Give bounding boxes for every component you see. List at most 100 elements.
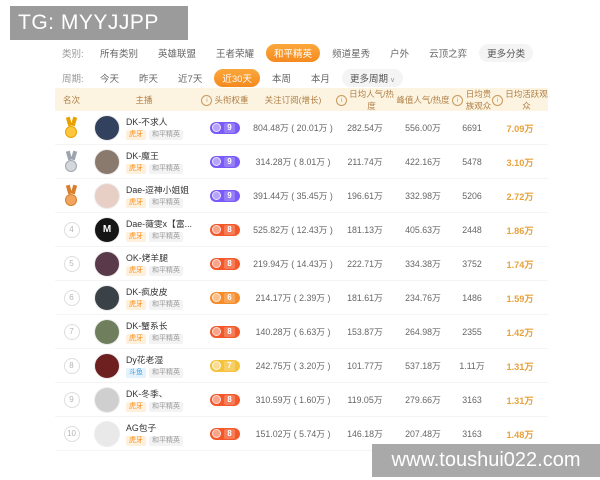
- period-option[interactable]: 今天: [92, 69, 127, 87]
- category-option[interactable]: 云顶之弈: [421, 44, 475, 62]
- avatar[interactable]: [94, 387, 120, 413]
- table-row[interactable]: 6DK-疯皮皮虎牙和平精英6214.17万 ( 2.39万 )181.61万23…: [55, 281, 548, 315]
- follow-subscribe-value: 242.75万 ( 3.20万 ): [250, 359, 336, 372]
- peak-popularity-value: 279.66万: [394, 393, 452, 406]
- anchor-cell[interactable]: Dae-逗神小姐姐虎牙和平精英: [88, 183, 200, 209]
- noble-viewers-value: 3163: [452, 429, 492, 439]
- follow-subscribe-value: 391.44万 ( 35.45万 ): [250, 189, 336, 202]
- avatar[interactable]: [94, 353, 120, 379]
- peak-popularity-value: 405.63万: [394, 223, 452, 236]
- table-row[interactable]: DK-不求人虎牙和平精英9804.48万 ( 20.01万 )282.54万55…: [55, 111, 548, 145]
- anchor-name[interactable]: Dae-逗神小姐姐: [126, 185, 189, 195]
- noble-viewers-value: 5478: [452, 157, 492, 167]
- table-row[interactable]: 7DK-蟹系长虎牙和平精英8140.28万 ( 6.63万 )153.87万26…: [55, 315, 548, 349]
- level-badge: 9: [210, 190, 239, 202]
- anchor-cell[interactable]: MDae-薇雯x【富...虎牙和平精英: [88, 217, 200, 243]
- category-option[interactable]: 所有类别: [92, 44, 146, 62]
- anchor-cell[interactable]: DK-魔王虎牙和平精英: [88, 149, 200, 175]
- category-option[interactable]: 频道星秀: [324, 44, 378, 62]
- avatar[interactable]: [94, 251, 120, 277]
- badge-level: 8: [224, 429, 234, 439]
- anchor-name[interactable]: Dy花老湿: [126, 355, 163, 365]
- anchor-name[interactable]: DK-魔王: [126, 151, 159, 161]
- badge-level: 8: [224, 395, 234, 405]
- table-row[interactable]: Dae-逗神小姐姐虎牙和平精英9391.44万 ( 35.45万 )196.61…: [55, 179, 548, 213]
- follow-subscribe-value: 140.28万 ( 6.63万 ): [250, 325, 336, 338]
- period-option[interactable]: 本周: [264, 69, 299, 87]
- column-header[interactable]: 名次: [55, 94, 88, 106]
- column-header[interactable]: i日均人气/热度: [336, 88, 394, 112]
- anchor-name[interactable]: AG包子: [126, 423, 156, 433]
- badge-level: 9: [224, 157, 234, 167]
- avatar[interactable]: M: [94, 217, 120, 243]
- period-option[interactable]: 昨天: [131, 69, 166, 87]
- table-row[interactable]: 9DK-冬季、虎牙和平精英8310.59万 ( 1.60万 )119.05万27…: [55, 383, 548, 417]
- noble-viewers-value: 2448: [452, 225, 492, 235]
- anchor-name[interactable]: DK-冬季、: [126, 389, 168, 399]
- avatar[interactable]: [94, 149, 120, 175]
- anchor-name[interactable]: DK-蟹系长: [126, 321, 168, 331]
- peak-popularity-value: 264.98万: [394, 325, 452, 338]
- avatar[interactable]: [94, 285, 120, 311]
- column-header[interactable]: 峰值人气/热度: [394, 94, 452, 106]
- anchor-cell[interactable]: DK-疯皮皮虎牙和平精英: [88, 285, 200, 311]
- badge-emblem-icon: [212, 429, 221, 438]
- anchor-info: Dae-薇雯x【富...虎牙和平精英: [126, 217, 192, 242]
- column-header-label: 主播: [135, 94, 152, 106]
- column-header[interactable]: i头衔权重: [200, 94, 250, 106]
- category-option[interactable]: 和平精英: [266, 44, 320, 62]
- column-header[interactable]: i日均贵族观众: [452, 88, 492, 112]
- badge-emblem-icon: [212, 395, 221, 404]
- level-badge: 6: [210, 292, 239, 304]
- period-option[interactable]: 本月: [303, 69, 338, 87]
- column-header[interactable]: i日均活跃观众: [492, 88, 548, 112]
- avatar[interactable]: [94, 319, 120, 345]
- table-row[interactable]: DK-魔王虎牙和平精英9314.28万 ( 8.01万 )211.74万422.…: [55, 145, 548, 179]
- period-option[interactable]: 近30天: [214, 69, 260, 87]
- platform-tag: 虎牙: [126, 402, 146, 412]
- info-icon: i: [452, 95, 463, 106]
- anchor-name[interactable]: OK-烤羊腿: [126, 253, 168, 263]
- badge-level: 9: [224, 123, 234, 133]
- avatar[interactable]: [94, 421, 120, 447]
- column-header-label: 日均活跃观众: [505, 88, 548, 112]
- anchor-cell[interactable]: Dy花老湿斗鱼和平精英: [88, 353, 200, 379]
- anchor-cell[interactable]: DK-不求人虎牙和平精英: [88, 115, 200, 141]
- badge-level: 8: [224, 225, 234, 235]
- column-header[interactable]: 主播: [88, 94, 200, 106]
- badge-emblem-icon: [212, 123, 221, 132]
- table-row[interactable]: 4MDae-薇雯x【富...虎牙和平精英8525.82万 ( 12.43万 )1…: [55, 213, 548, 247]
- active-viewers-value: 3.10万: [492, 155, 548, 169]
- watermark-bottom: www.toushui022.com: [372, 444, 600, 477]
- category-option[interactable]: 英雄联盟: [150, 44, 204, 62]
- anchor-name[interactable]: Dae-薇雯x【富...: [126, 219, 192, 229]
- platform-tag: 虎牙: [126, 266, 146, 276]
- table-body: DK-不求人虎牙和平精英9804.48万 ( 20.01万 )282.54万55…: [55, 111, 548, 451]
- category-option[interactable]: 王者荣耀: [208, 44, 262, 62]
- anchor-name[interactable]: DK-不求人: [126, 117, 168, 127]
- column-header[interactable]: 关注订阅(增长): [250, 94, 336, 106]
- platform-tag: 虎牙: [126, 334, 146, 344]
- badge-level: 8: [224, 327, 234, 337]
- noble-viewers-value: 6691: [452, 123, 492, 133]
- daily-popularity-value: 181.13万: [336, 223, 394, 236]
- category-option[interactable]: 更多分类: [479, 44, 533, 62]
- daily-popularity-value: 222.71万: [336, 257, 394, 270]
- category-option[interactable]: 户外: [382, 44, 417, 62]
- anchor-cell[interactable]: OK-烤羊腿虎牙和平精英: [88, 251, 200, 277]
- table-row[interactable]: 8Dy花老湿斗鱼和平精英7242.75万 ( 3.20万 )101.77万537…: [55, 349, 548, 383]
- anchor-tags: 虎牙和平精英: [126, 334, 183, 344]
- anchor-cell[interactable]: AG包子虎牙和平精英: [88, 421, 200, 447]
- period-option[interactable]: 更多周期∨: [342, 69, 403, 87]
- table-row[interactable]: 5OK-烤羊腿虎牙和平精英8219.94万 ( 14.43万 )222.71万3…: [55, 247, 548, 281]
- game-tag: 和平精英: [149, 436, 183, 446]
- anchor-cell[interactable]: DK-蟹系长虎牙和平精英: [88, 319, 200, 345]
- anchor-cell[interactable]: DK-冬季、虎牙和平精英: [88, 387, 200, 413]
- anchor-tags: 虎牙和平精英: [126, 164, 183, 174]
- peak-popularity-value: 422.16万: [394, 155, 452, 168]
- daily-popularity-value: 153.87万: [336, 325, 394, 338]
- avatar[interactable]: [94, 115, 120, 141]
- period-option[interactable]: 近7天: [170, 69, 210, 87]
- anchor-name[interactable]: DK-疯皮皮: [126, 287, 168, 297]
- avatar[interactable]: [94, 183, 120, 209]
